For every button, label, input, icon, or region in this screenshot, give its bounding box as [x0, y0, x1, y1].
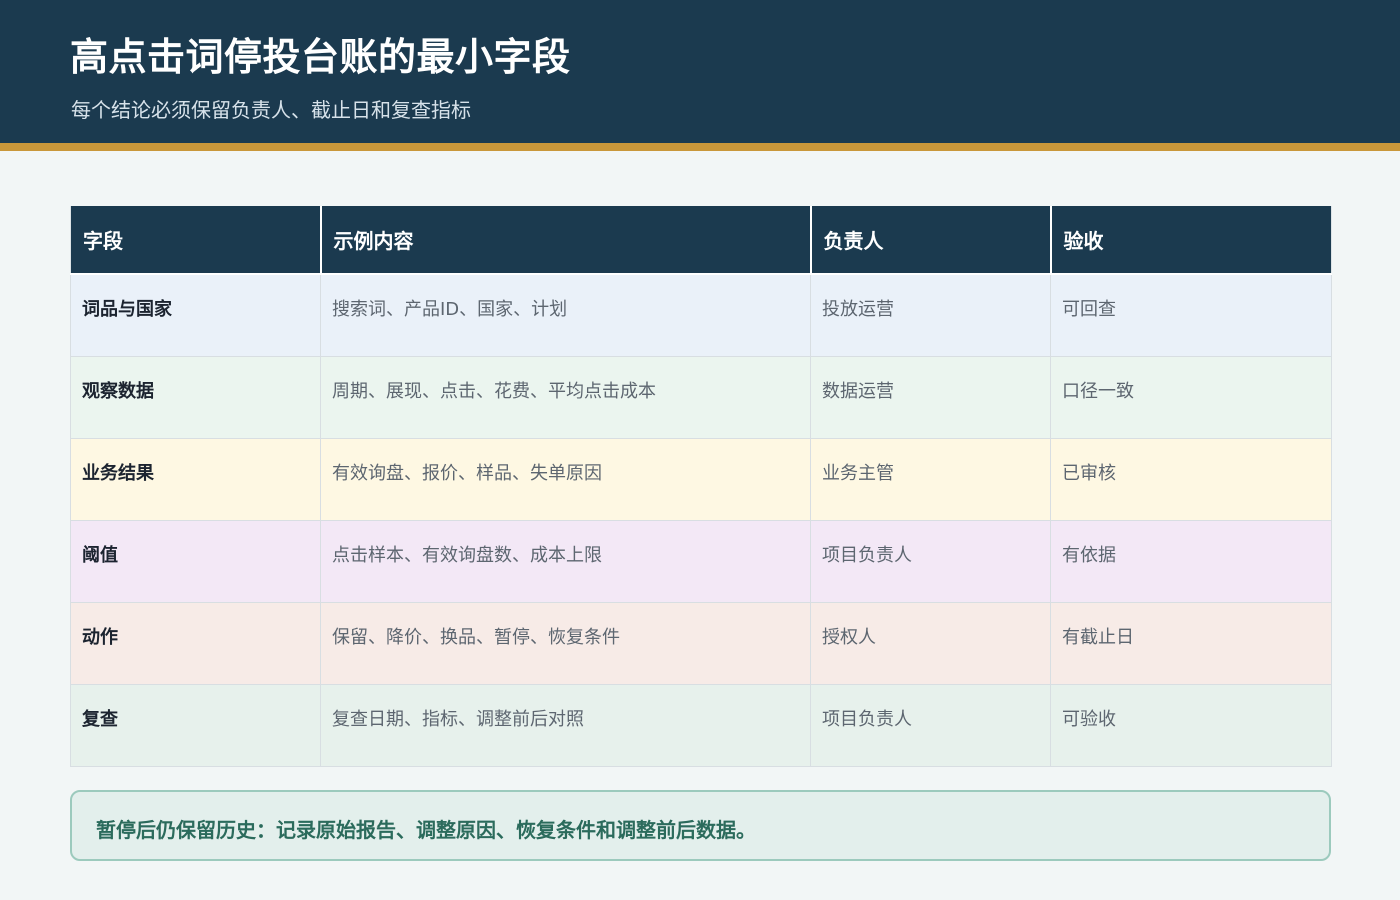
table-header-row: 字段 示例内容 负责人 验收 [70, 206, 1332, 275]
history-retention-callout: 暂停后仍保留历史：记录原始报告、调整原因、恢复条件和调整前后数据。 [70, 790, 1331, 861]
page-header: 高点击词停投台账的最小字段 每个结论必须保留负责人、截止日和复查指标 [0, 0, 1400, 143]
page-title: 高点击词停投台账的最小字段 [70, 35, 571, 79]
ledger-fields-table: 字段 示例内容 负责人 验收 词品与国家 搜索词、产品ID、国家、计划 投放运营… [70, 206, 1332, 767]
owner-cell: 数据运营 [810, 355, 1051, 439]
table-row: 观察数据 周期、展现、点击、花费、平均点击成本 数据运营 口径一致 [70, 355, 1332, 439]
table-row: 动作 保留、降价、换品、暂停、恢复条件 授权人 有截止日 [70, 601, 1332, 685]
example-cell: 搜索词、产品ID、国家、计划 [320, 273, 811, 357]
field-cell: 观察数据 [70, 355, 321, 439]
example-cell: 保留、降价、换品、暂停、恢复条件 [320, 601, 811, 685]
field-cell: 业务结果 [70, 437, 321, 521]
acceptance-cell: 可回查 [1050, 273, 1332, 357]
table-row: 阈值 点击样本、有效询盘数、成本上限 项目负责人 有依据 [70, 519, 1332, 603]
table-row: 复查 复查日期、指标、调整前后对照 项目负责人 可验收 [70, 683, 1332, 767]
acceptance-cell: 可验收 [1050, 683, 1332, 767]
page-subtitle: 每个结论必须保留负责人、截止日和复查指标 [71, 98, 471, 122]
column-header-acceptance: 验收 [1049, 206, 1332, 275]
acceptance-cell: 有依据 [1050, 519, 1332, 603]
table-row: 业务结果 有效询盘、报价、样品、失单原因 业务主管 已审核 [70, 437, 1332, 521]
example-cell: 有效询盘、报价、样品、失单原因 [320, 437, 811, 521]
header-accent-bar [0, 143, 1400, 151]
owner-cell: 项目负责人 [810, 683, 1051, 767]
example-cell: 点击样本、有效询盘数、成本上限 [320, 519, 811, 603]
owner-cell: 投放运营 [810, 273, 1051, 357]
field-cell: 动作 [70, 601, 321, 685]
field-cell: 词品与国家 [70, 273, 321, 357]
column-header-field: 字段 [70, 206, 322, 275]
example-cell: 周期、展现、点击、花费、平均点击成本 [320, 355, 811, 439]
acceptance-cell: 口径一致 [1050, 355, 1332, 439]
example-cell: 复查日期、指标、调整前后对照 [320, 683, 811, 767]
owner-cell: 授权人 [810, 601, 1051, 685]
owner-cell: 项目负责人 [810, 519, 1051, 603]
field-cell: 阈值 [70, 519, 321, 603]
acceptance-cell: 已审核 [1050, 437, 1332, 521]
column-header-owner: 负责人 [809, 206, 1052, 275]
field-cell: 复查 [70, 683, 321, 767]
column-header-example: 示例内容 [319, 206, 812, 275]
owner-cell: 业务主管 [810, 437, 1051, 521]
table-row: 词品与国家 搜索词、产品ID、国家、计划 投放运营 可回查 [70, 273, 1332, 357]
acceptance-cell: 有截止日 [1050, 601, 1332, 685]
